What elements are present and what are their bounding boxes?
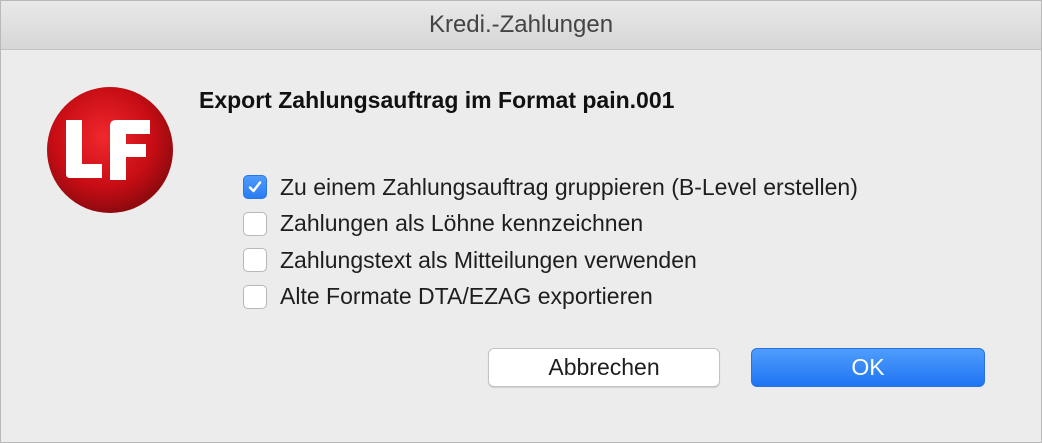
checkmark-icon bbox=[248, 181, 262, 193]
option-mark-as-salaries[interactable]: Zahlungen als Löhne kennzeichnen bbox=[243, 206, 858, 243]
option-label: Zahlungstext als Mitteilungen verwenden bbox=[280, 246, 697, 273]
export-options: Zu einem Zahlungsauftrag gruppieren (B-L… bbox=[243, 169, 858, 315]
lf-logo-icon bbox=[46, 86, 174, 214]
option-label: Zahlungen als Löhne kennzeichnen bbox=[280, 210, 644, 237]
ok-button[interactable]: OK bbox=[751, 348, 985, 387]
dialog-window: Kredi.-Zahlungen Export Zahlungsauftrag … bbox=[0, 0, 1042, 443]
option-label: Alte Formate DTA/EZAG exportieren bbox=[280, 283, 653, 310]
checkbox-unchecked[interactable] bbox=[243, 211, 267, 236]
checkbox-checked[interactable] bbox=[243, 175, 267, 200]
checkbox-unchecked[interactable] bbox=[243, 248, 267, 273]
dialog-heading: Export Zahlungsauftrag im Format pain.00… bbox=[199, 87, 675, 113]
option-label: Zu einem Zahlungsauftrag gruppieren (B-L… bbox=[280, 173, 858, 200]
title-bar[interactable]: Kredi.-Zahlungen bbox=[1, 1, 1041, 50]
option-text-as-messages[interactable]: Zahlungstext als Mitteilungen verwenden bbox=[243, 242, 858, 279]
cancel-button[interactable]: Abbrechen bbox=[488, 348, 720, 387]
window-title: Kredi.-Zahlungen bbox=[428, 11, 614, 38]
option-export-old-formats[interactable]: Alte Formate DTA/EZAG exportieren bbox=[243, 279, 858, 316]
checkbox-unchecked[interactable] bbox=[243, 284, 267, 309]
option-group-payments[interactable]: Zu einem Zahlungsauftrag gruppieren (B-L… bbox=[243, 169, 858, 206]
